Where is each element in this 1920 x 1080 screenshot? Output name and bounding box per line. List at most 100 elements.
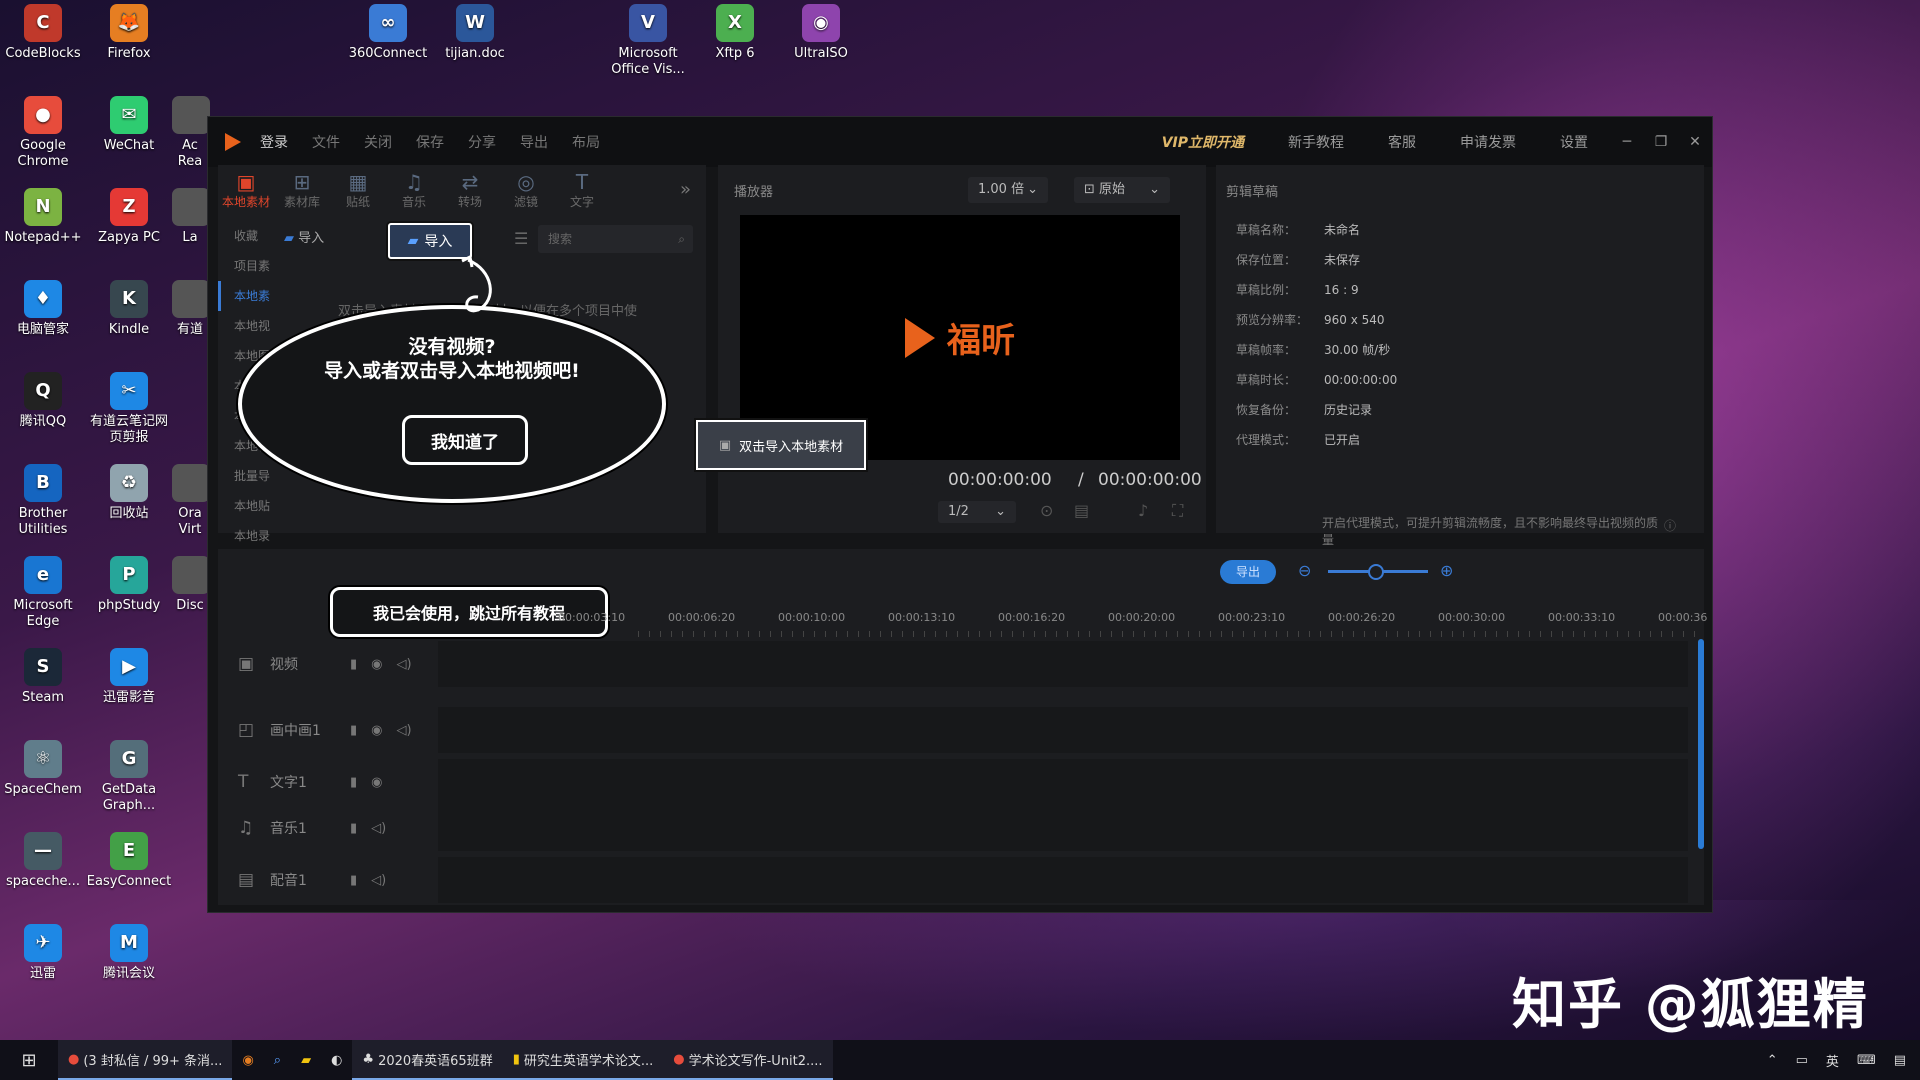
- taskbar-firefox[interactable]: ◉: [232, 1040, 263, 1080]
- desktop-icon-partial[interactable]: 有道: [172, 280, 210, 338]
- got-it-button[interactable]: 我知道了: [402, 415, 528, 465]
- eye-icon[interactable]: ◉: [371, 657, 382, 672]
- desktop-icon[interactable]: M 腾讯会议: [86, 924, 172, 982]
- desktop-icon-partial[interactable]: La: [172, 188, 210, 246]
- timeline-scrollbar[interactable]: [1698, 639, 1704, 849]
- zoom-out-icon[interactable]: ⊖: [1298, 561, 1311, 580]
- track-lane[interactable]: [438, 707, 1688, 753]
- lock-icon[interactable]: ▮: [350, 657, 357, 672]
- desktop-icon-partial[interactable]: Ora Virt: [172, 464, 210, 538]
- desktop-icon[interactable]: 🦊 Firefox: [86, 4, 172, 62]
- media-nav-item[interactable]: 批量导: [218, 461, 270, 491]
- media-nav-item[interactable]: 本地录: [218, 521, 270, 551]
- restore-icon[interactable]: ❐: [1650, 134, 1672, 150]
- timeline-track[interactable]: ◰ 画中画1 ▮ ◉ ◁): [218, 705, 1704, 755]
- taskbar-app[interactable]: ◐: [321, 1040, 352, 1080]
- menu-file[interactable]: 文件: [312, 132, 340, 152]
- desktop-icon[interactable]: ▶ 迅雷影音: [86, 648, 172, 706]
- ratio-dropdown[interactable]: ⊡ 原始 ⌄: [1074, 177, 1170, 203]
- timeline-export-button[interactable]: 导出: [1220, 560, 1276, 584]
- desktop-icon[interactable]: ∞ 360Connect: [345, 4, 431, 62]
- desktop-icon[interactable]: E EasyConnect: [86, 832, 172, 890]
- desktop-icon[interactable]: Z Zapya PC: [86, 188, 172, 246]
- keyboard-icon[interactable]: ⌨: [1857, 1053, 1876, 1068]
- menu-close[interactable]: 关闭: [364, 132, 392, 152]
- desktop-icon[interactable]: e Microsoft Edge: [0, 556, 86, 630]
- invoice-link[interactable]: 申请发票: [1460, 132, 1516, 152]
- desktop-icon-partial[interactable]: Disc: [172, 556, 210, 614]
- menu-export[interactable]: 导出: [520, 132, 548, 152]
- tab-folder[interactable]: ▣ 本地素材: [218, 165, 274, 217]
- tab-filter[interactable]: ◎ 滤镜: [498, 165, 554, 217]
- desktop-icon[interactable]: PphpStudy: [86, 556, 172, 614]
- track-lane[interactable]: [438, 759, 1688, 805]
- minimize-icon[interactable]: ─: [1616, 134, 1638, 150]
- desktop-icon[interactable]: ● Google Chrome: [0, 96, 86, 170]
- timeline-track[interactable]: ▣ 视频 ▮ ◉ ◁): [218, 639, 1704, 689]
- timeline-track[interactable]: ▤ 配音1 ▮ ◁): [218, 855, 1704, 905]
- tab-music[interactable]: ♫ 音乐: [386, 165, 442, 217]
- fullscreen-icon[interactable]: ⛶: [1172, 501, 1183, 521]
- zoom-slider-handle[interactable]: [1368, 564, 1384, 580]
- sort-icon[interactable]: ☰: [514, 229, 528, 248]
- desktop-icon[interactable]: C CodeBlocks: [0, 4, 86, 62]
- ime-lang[interactable]: 英: [1826, 1051, 1839, 1070]
- desktop-icon[interactable]: ♻ 回收站: [86, 464, 172, 522]
- menu-save[interactable]: 保存: [416, 132, 444, 152]
- tab-text[interactable]: T 文字: [554, 165, 610, 217]
- media-nav-item[interactable]: 本地贴: [218, 491, 270, 521]
- lock-icon[interactable]: ▮: [350, 775, 357, 790]
- desktop-icon[interactable]: B Brother Utilities: [0, 464, 86, 538]
- close-icon[interactable]: ✕: [1684, 134, 1706, 150]
- screenshot-icon[interactable]: ⊙: [1040, 501, 1053, 520]
- eye-icon[interactable]: ◉: [371, 723, 382, 738]
- import-small-button[interactable]: ▰ 导入: [284, 227, 324, 246]
- menu-share[interactable]: 分享: [468, 132, 496, 152]
- help-icon[interactable]: ⓘ: [1664, 517, 1676, 534]
- lock-icon[interactable]: ▮: [350, 821, 357, 836]
- menu-layout[interactable]: 布局: [572, 132, 600, 152]
- desktop-icon[interactable]: K Kindle: [86, 280, 172, 338]
- tab-library[interactable]: ⊞ 素材库: [274, 165, 330, 217]
- subtitle-icon[interactable]: ▤: [1074, 501, 1089, 520]
- speaker-icon[interactable]: ◁): [371, 821, 386, 836]
- search-input[interactable]: 搜索 ⌕: [538, 225, 693, 253]
- vip-link[interactable]: VIP立即开通: [1162, 132, 1244, 152]
- taskbar-files[interactable]: ▰: [291, 1040, 321, 1080]
- desktop-icon[interactable]: ✂ 有道云笔记网页剪报: [86, 372, 172, 446]
- desktop-icon[interactable]: S Steam: [0, 648, 86, 706]
- desktop-icon[interactable]: N Notepad++: [0, 188, 86, 246]
- volume-icon[interactable]: ♪: [1138, 501, 1148, 520]
- service-link[interactable]: 客服: [1388, 132, 1416, 152]
- desktop-icon[interactable]: ⚛ SpaceChem: [0, 740, 86, 798]
- desktop-icon[interactable]: — spaceche...: [0, 832, 86, 890]
- taskbar-item-chrome[interactable]: ● (3 封私信 / 99+ 条消...: [58, 1040, 233, 1080]
- desktop-icon[interactable]: ♦ 电脑管家: [0, 280, 86, 338]
- desktop-icon[interactable]: ✈ 迅雷: [0, 924, 86, 982]
- taskbar-search[interactable]: ⌕: [264, 1040, 291, 1080]
- taskbar-item-qq[interactable]: ♣ 2020春英语65班群: [352, 1040, 503, 1080]
- network-icon[interactable]: ▭: [1796, 1053, 1808, 1068]
- speed-dropdown[interactable]: 1.00 倍 ⌄: [968, 177, 1048, 203]
- preview-scale-dropdown[interactable]: 1/2 ⌄: [938, 501, 1016, 523]
- more-tabs-icon[interactable]: »: [680, 179, 691, 200]
- current-timecode[interactable]: 00:00:00:00: [948, 470, 1052, 490]
- tab-sticker[interactable]: ▦ 贴纸: [330, 165, 386, 217]
- login-button[interactable]: 登录: [260, 132, 288, 152]
- speaker-icon[interactable]: ◁): [371, 873, 386, 888]
- taskbar-item-ppt[interactable]: ● 学术论文写作-Unit2....: [663, 1040, 833, 1080]
- track-lane[interactable]: [438, 857, 1688, 903]
- tutorial-link[interactable]: 新手教程: [1288, 132, 1344, 152]
- import-button[interactable]: ▰ 导入: [388, 223, 472, 259]
- desktop-icon[interactable]: Wtijian.doc: [432, 4, 518, 62]
- desktop-icon[interactable]: X Xftp 6: [692, 4, 778, 62]
- desktop-icon[interactable]: ◉ UltraISO: [778, 4, 864, 62]
- media-nav-item[interactable]: 收藏: [218, 221, 270, 251]
- lock-icon[interactable]: ▮: [350, 723, 357, 738]
- settings-link[interactable]: 设置: [1560, 132, 1588, 152]
- speaker-icon[interactable]: ◁): [397, 657, 412, 672]
- chevron-up-icon[interactable]: ⌃: [1767, 1053, 1778, 1068]
- start-button[interactable]: ⊞: [0, 1040, 58, 1080]
- speaker-icon[interactable]: ◁): [397, 723, 412, 738]
- taskbar-item-doc[interactable]: ▮ 研究生英语学术论文...: [502, 1040, 664, 1080]
